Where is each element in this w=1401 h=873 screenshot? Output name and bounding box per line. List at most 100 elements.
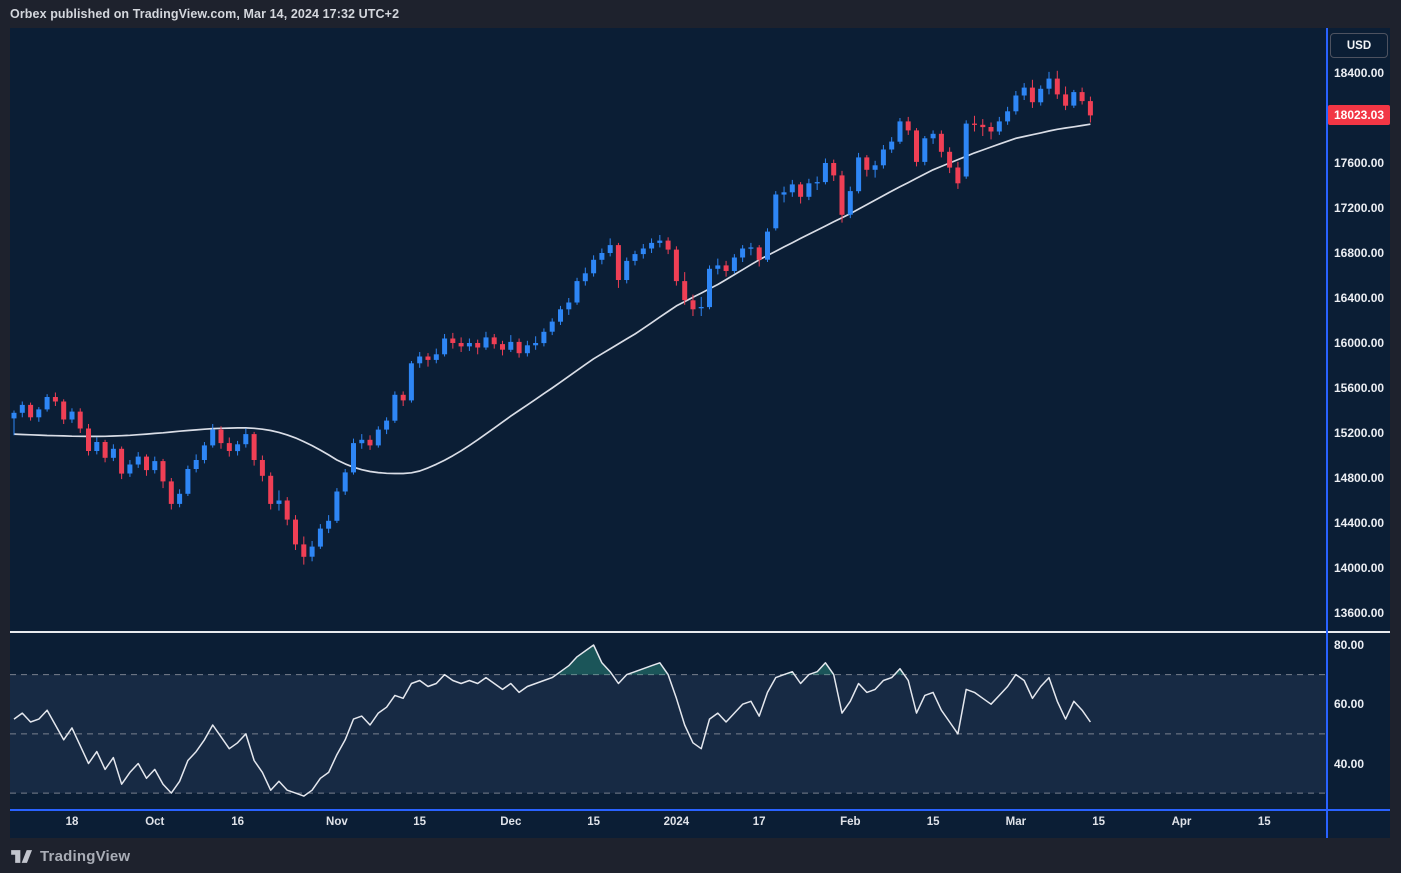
candle-body [657, 241, 662, 243]
candle-body [517, 342, 522, 353]
candle-body [840, 175, 845, 214]
candle-body [831, 163, 836, 175]
candle-body [202, 445, 207, 460]
candle-body [823, 163, 828, 182]
price-tick-label: 16000.00 [1334, 335, 1384, 351]
last-price-label: 18023.03 [1328, 105, 1390, 125]
price-tick-label: 16400.00 [1334, 290, 1384, 306]
candle-body [376, 430, 381, 446]
candle-body [417, 357, 422, 364]
attribution-text: Orbex published on TradingView.com, Mar … [10, 7, 399, 21]
rsi-tick-label: 60.00 [1334, 696, 1364, 712]
candle-body [177, 494, 182, 504]
candle-body [707, 269, 712, 307]
price-tick-label: 18400.00 [1334, 65, 1384, 81]
candle-body [277, 501, 282, 504]
candle-body [235, 444, 240, 451]
candle-body [111, 449, 116, 458]
candle-body [426, 357, 431, 360]
candle-body [12, 413, 17, 419]
candle-body [649, 243, 654, 249]
candle-body [492, 337, 497, 344]
candle-body [633, 254, 638, 261]
candle-body [881, 150, 886, 166]
candle-body [343, 472, 348, 491]
time-tick-label: 15 [587, 816, 600, 828]
candle-body [989, 127, 994, 132]
price-tick-label: 13600.00 [1334, 605, 1384, 621]
tradingview-logo-icon[interactable] [10, 849, 33, 864]
candle-body [442, 339, 447, 355]
candle-body [914, 130, 919, 162]
price-chart-canvas[interactable] [10, 28, 1327, 631]
time-tick-label: Nov [326, 816, 348, 828]
candle-body [152, 461, 157, 470]
rsi-tick-label: 80.00 [1334, 637, 1364, 653]
candle-body [757, 247, 762, 259]
moving-average-line [14, 124, 1090, 473]
candle-body [1038, 89, 1043, 103]
candle-body [591, 260, 596, 274]
candle-body [550, 322, 555, 332]
candle-body [252, 434, 257, 460]
candle-body [1047, 79, 1052, 89]
candle-body [508, 342, 513, 350]
candle-body [318, 529, 323, 547]
candle-body [790, 184, 795, 192]
candle-body [268, 476, 273, 504]
candle-body [94, 442, 99, 451]
candle-body [898, 121, 903, 141]
candle-body [119, 449, 124, 474]
time-tick-label: 17 [753, 816, 766, 828]
candle-body [401, 395, 406, 401]
candle-body [773, 195, 778, 229]
currency-toggle-button[interactable]: USD [1330, 33, 1388, 58]
candle-body [136, 457, 141, 465]
candle-body [624, 261, 629, 280]
rsi-chart-canvas[interactable] [10, 633, 1327, 810]
candle-body [1080, 92, 1085, 101]
time-axis[interactable]: 18Oct16Nov15Dec15202417Feb15Mar15Apr15 [10, 811, 1327, 838]
candle-body [641, 249, 646, 255]
candle-body [715, 265, 720, 268]
candle-body [939, 134, 944, 152]
tradingview-brand-label[interactable]: TradingView [40, 848, 130, 865]
candle-body [856, 157, 861, 191]
chart-frame: 18Oct16Nov15Dec15202417Feb15Mar15Apr15 U… [10, 28, 1390, 838]
time-tick-label: 15 [1258, 816, 1271, 828]
candle-body [500, 344, 505, 350]
candle-body [260, 460, 265, 476]
candle-body [815, 182, 820, 183]
time-tick-label: 16 [231, 816, 244, 828]
candle-body [285, 501, 290, 520]
candle-body [301, 544, 306, 556]
candle-body [748, 247, 753, 248]
candle-body [368, 440, 373, 446]
candle-body [558, 309, 563, 321]
candle-body [28, 405, 33, 417]
candle-body [20, 405, 25, 413]
candle-body [1055, 79, 1060, 95]
candle-body [61, 402, 66, 420]
footer: TradingView [10, 844, 130, 868]
price-axis[interactable]: USD 18023.03 18400.0017600.0017200.00168… [1328, 28, 1390, 838]
candle-body [310, 547, 315, 557]
candle-body [608, 245, 613, 253]
tradingview-published-chart: Orbex published on TradingView.com, Mar … [0, 0, 1401, 873]
candle-body [384, 421, 389, 430]
candle-body [575, 281, 580, 302]
candle-body [475, 343, 480, 348]
candle-body [873, 165, 878, 170]
candle-body [997, 121, 1002, 131]
candle-body [227, 443, 232, 451]
candle-body [922, 138, 927, 162]
candle-body [1071, 92, 1076, 106]
candle-body [459, 343, 464, 346]
candle-body [889, 142, 894, 150]
candle-body [765, 232, 770, 260]
candle-body [906, 121, 911, 130]
candle-body [45, 397, 50, 409]
candle-body [616, 245, 621, 280]
time-tick-label: Dec [500, 816, 521, 828]
candle-body [1063, 94, 1068, 105]
